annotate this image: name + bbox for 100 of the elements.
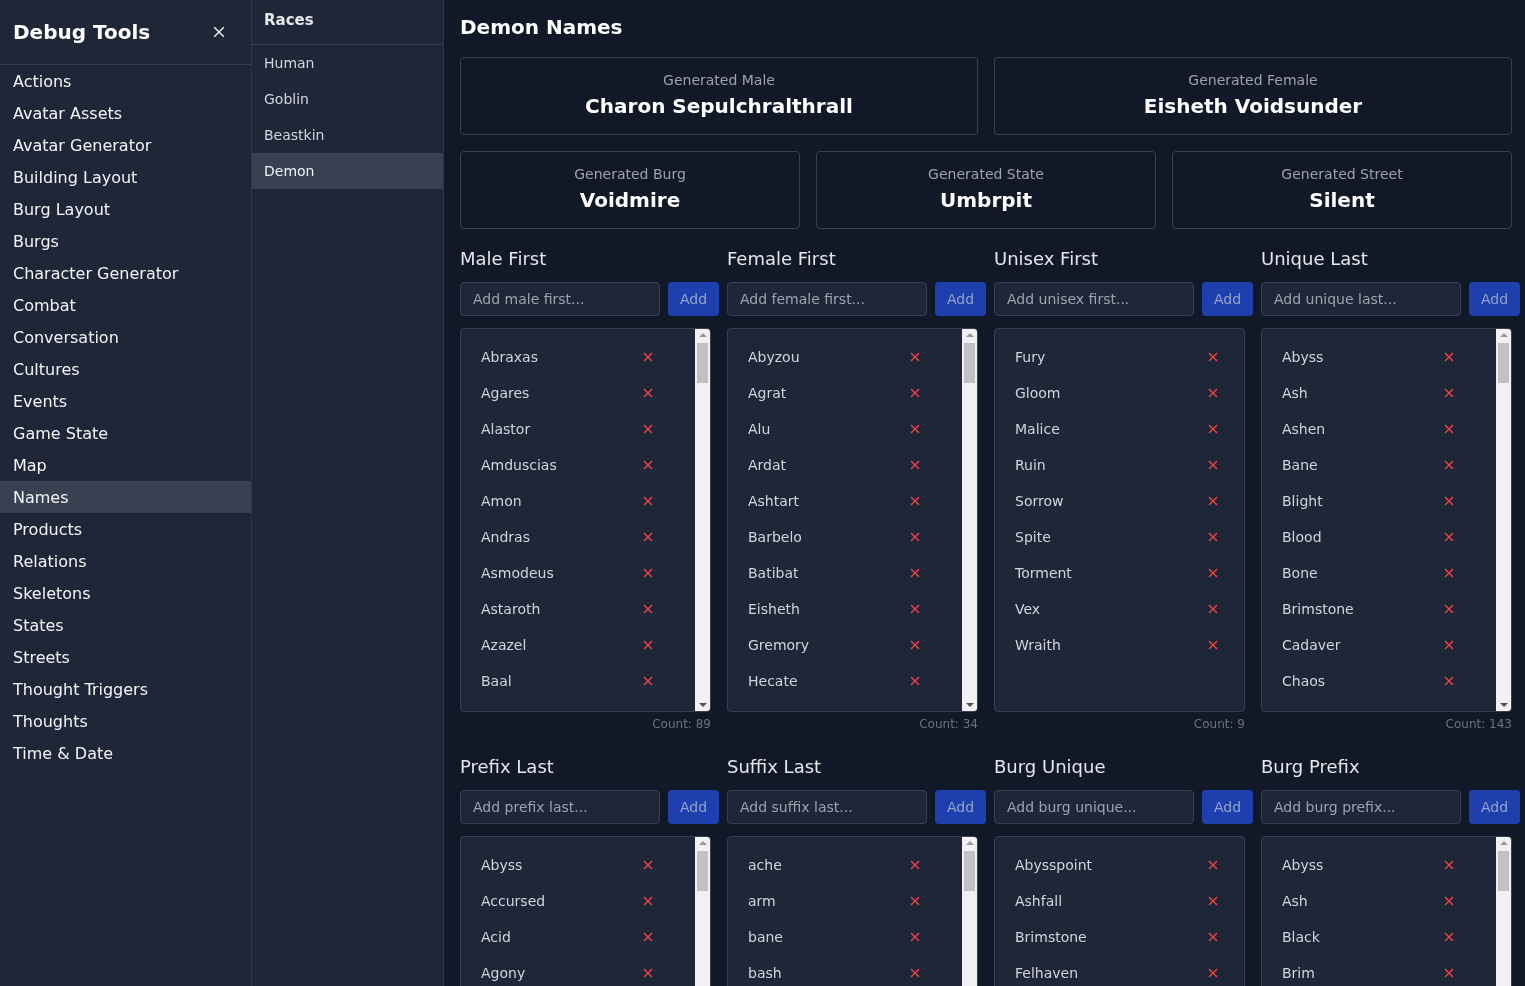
remove-icon[interactable] (910, 860, 920, 870)
sidebar-item[interactable]: Game State (0, 417, 251, 449)
add-button[interactable]: Add (1202, 282, 1253, 316)
remove-icon[interactable] (1208, 968, 1218, 978)
remove-icon[interactable] (910, 496, 920, 506)
name-input[interactable]: Add prefix last... (460, 790, 660, 824)
remove-icon[interactable] (910, 640, 920, 650)
sidebar-item[interactable]: Time & Date (0, 737, 251, 769)
name-input[interactable]: Add male first... (460, 282, 660, 316)
sidebar-item[interactable]: States (0, 609, 251, 641)
race-item[interactable]: Demon (252, 153, 443, 189)
sidebar-item[interactable]: Relations (0, 545, 251, 577)
remove-icon[interactable] (1444, 896, 1454, 906)
sidebar-item[interactable]: Cultures (0, 353, 251, 385)
remove-icon[interactable] (1444, 388, 1454, 398)
remove-icon[interactable] (1208, 640, 1218, 650)
remove-icon[interactable] (1444, 676, 1454, 686)
remove-icon[interactable] (1208, 860, 1218, 870)
scrollbar[interactable] (1496, 329, 1511, 711)
add-button[interactable]: Add (935, 790, 986, 824)
remove-icon[interactable] (910, 896, 920, 906)
sidebar-item[interactable]: Thoughts (0, 705, 251, 737)
remove-icon[interactable] (1208, 932, 1218, 942)
sidebar-item[interactable]: Burgs (0, 225, 251, 257)
race-item[interactable]: Beastkin (252, 117, 443, 153)
race-item[interactable]: Goblin (252, 81, 443, 117)
remove-icon[interactable] (1444, 532, 1454, 542)
scrollbar[interactable] (962, 329, 977, 711)
sidebar-item[interactable]: Burg Layout (0, 193, 251, 225)
remove-icon[interactable] (643, 640, 653, 650)
remove-icon[interactable] (910, 968, 920, 978)
remove-icon[interactable] (1208, 568, 1218, 578)
sidebar-item[interactable]: Names (0, 481, 251, 513)
sidebar-item[interactable]: Avatar Generator (0, 129, 251, 161)
remove-icon[interactable] (643, 896, 653, 906)
remove-icon[interactable] (1208, 532, 1218, 542)
sidebar-item[interactable]: Map (0, 449, 251, 481)
name-input[interactable]: Add unisex first... (994, 282, 1194, 316)
remove-icon[interactable] (910, 604, 920, 614)
remove-icon[interactable] (1444, 496, 1454, 506)
remove-icon[interactable] (1444, 604, 1454, 614)
add-button[interactable]: Add (668, 282, 719, 316)
remove-icon[interactable] (643, 424, 653, 434)
remove-icon[interactable] (643, 352, 653, 362)
remove-icon[interactable] (910, 532, 920, 542)
sidebar-item[interactable]: Products (0, 513, 251, 545)
remove-icon[interactable] (643, 604, 653, 614)
remove-icon[interactable] (1444, 424, 1454, 434)
remove-icon[interactable] (910, 568, 920, 578)
remove-icon[interactable] (910, 424, 920, 434)
remove-icon[interactable] (1444, 932, 1454, 942)
name-input[interactable]: Add suffix last... (727, 790, 927, 824)
name-input[interactable]: Add unique last... (1261, 282, 1461, 316)
remove-icon[interactable] (1208, 352, 1218, 362)
remove-icon[interactable] (1208, 460, 1218, 470)
remove-icon[interactable] (1444, 460, 1454, 470)
remove-icon[interactable] (1444, 640, 1454, 650)
sidebar-item[interactable]: Avatar Assets (0, 97, 251, 129)
close-icon[interactable] (213, 26, 225, 38)
remove-icon[interactable] (910, 932, 920, 942)
remove-icon[interactable] (643, 568, 653, 578)
remove-icon[interactable] (1444, 568, 1454, 578)
remove-icon[interactable] (1208, 388, 1218, 398)
add-button[interactable]: Add (1469, 282, 1520, 316)
remove-icon[interactable] (1444, 968, 1454, 978)
remove-icon[interactable] (910, 388, 920, 398)
remove-icon[interactable] (1444, 860, 1454, 870)
remove-icon[interactable] (1208, 896, 1218, 906)
sidebar-item[interactable]: Combat (0, 289, 251, 321)
sidebar-item[interactable]: Conversation (0, 321, 251, 353)
remove-icon[interactable] (1444, 352, 1454, 362)
add-button[interactable]: Add (935, 282, 986, 316)
remove-icon[interactable] (1208, 604, 1218, 614)
name-input[interactable]: Add burg prefix... (1261, 790, 1461, 824)
remove-icon[interactable] (1208, 424, 1218, 434)
sidebar-item[interactable]: Actions (0, 65, 251, 97)
name-input[interactable]: Add burg unique... (994, 790, 1194, 824)
remove-icon[interactable] (643, 968, 653, 978)
race-item[interactable]: Human (252, 45, 443, 81)
add-button[interactable]: Add (1202, 790, 1253, 824)
remove-icon[interactable] (643, 860, 653, 870)
add-button[interactable]: Add (668, 790, 719, 824)
add-button[interactable]: Add (1469, 790, 1520, 824)
remove-icon[interactable] (643, 932, 653, 942)
sidebar-item[interactable]: Skeletons (0, 577, 251, 609)
sidebar-item[interactable]: Thought Triggers (0, 673, 251, 705)
name-input[interactable]: Add female first... (727, 282, 927, 316)
remove-icon[interactable] (643, 676, 653, 686)
sidebar-item[interactable]: Character Generator (0, 257, 251, 289)
remove-icon[interactable] (643, 532, 653, 542)
remove-icon[interactable] (910, 676, 920, 686)
remove-icon[interactable] (643, 496, 653, 506)
remove-icon[interactable] (910, 460, 920, 470)
remove-icon[interactable] (643, 460, 653, 470)
sidebar-item[interactable]: Events (0, 385, 251, 417)
remove-icon[interactable] (1208, 496, 1218, 506)
sidebar-item[interactable]: Streets (0, 641, 251, 673)
scrollbar[interactable] (695, 329, 710, 711)
remove-icon[interactable] (910, 352, 920, 362)
remove-icon[interactable] (643, 388, 653, 398)
